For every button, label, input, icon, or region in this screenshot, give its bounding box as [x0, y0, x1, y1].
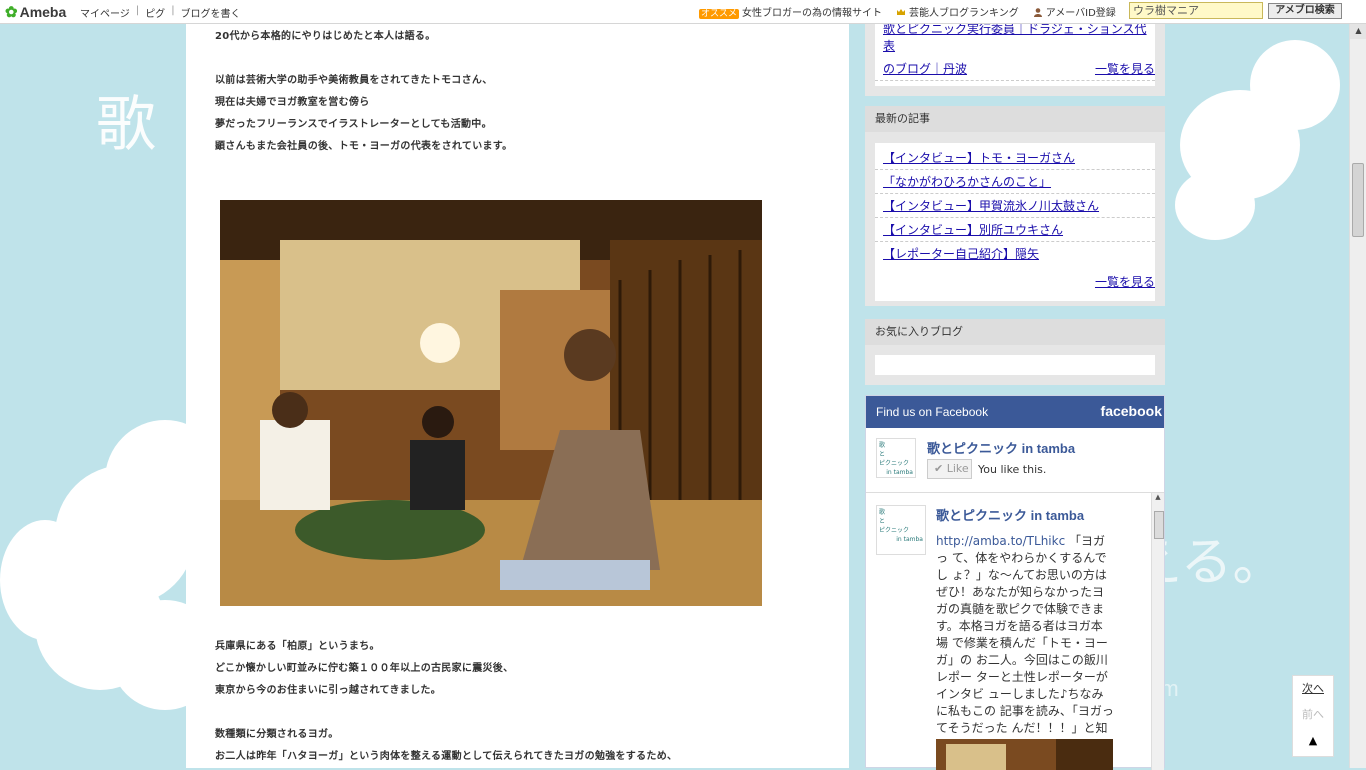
sidebar-box-profile: 歌とピクニック実行委員｜ドラジェ・ションス代表 のブログ｜丹波 一覧を見る [865, 22, 1165, 96]
page-scrollbar[interactable]: ▲ [1349, 23, 1366, 768]
profile-more-link[interactable]: 一覧を見る [1095, 60, 1155, 77]
facebook-post-thumbnail[interactable]: 歌 と ピクニック in tamba [876, 505, 926, 555]
facebook-header-title: Find us on Facebook [876, 405, 989, 419]
ameba-header: ✿ Ameba マイページ | ピグ | ブログを書く オススメ 女性ブロガーの為… [0, 0, 1366, 24]
crown-icon [897, 9, 906, 15]
ameba-logo[interactable]: ✿ Ameba [5, 3, 66, 21]
article-line: 以前は芸術大学の助手や美術教員をされてきたトモコさん、 [215, 75, 493, 86]
check-icon: ✔ [934, 462, 944, 475]
article-line: 現在は夫婦でヨガ教室を営む傍ら [215, 97, 370, 108]
latest-more-link[interactable]: 一覧を見る [1095, 273, 1155, 290]
sidebar-box-favorites: お気に入りブログ [865, 319, 1165, 385]
latest-article-link[interactable]: 【レポーター自己紹介】隠矢 [875, 242, 1155, 265]
header-links: オススメ 女性ブロガーの為の情報サイト 芸能人ブログランキング アメーバID登録 [699, 4, 1116, 19]
scroll-up-arrow-icon[interactable]: ▲ [1350, 23, 1366, 39]
article-column: 20代から本格的にやりはじめたと本人は語る。 以前は芸術大学の助手や美術教員をさ… [186, 23, 849, 768]
header-nav: マイページ | ピグ | ブログを書く [80, 5, 241, 20]
facebook-logo[interactable]: facebook [1101, 403, 1162, 419]
back-to-top-button[interactable]: ▲ [1293, 728, 1333, 754]
latest-articles-heading: 最新の記事 [865, 106, 1165, 132]
sidebar: 歌とピクニック実行委員｜ドラジェ・ションス代表 のブログ｜丹波 一覧を見る 最新… [865, 22, 1165, 770]
facebook-post-text: http://amba.to/TLhikc 「ヨガっ て、体をやわらかくするんで… [936, 534, 1114, 752]
recommend-badge: オススメ [699, 9, 740, 19]
facebook-post-author[interactable]: 歌とピクニック in tamba [936, 505, 1084, 524]
facebook-page-name[interactable]: 歌とピクニック in tamba [927, 438, 1075, 457]
facebook-feed-scroll-thumb[interactable] [1154, 511, 1164, 539]
article-line: 20代から本格的にやりはじめたと本人は語る。 [215, 31, 436, 42]
article-line: 東京から今のお住まいに引っ越されてきました。 [215, 685, 441, 696]
logo-text: Ameba [19, 4, 67, 20]
article-paragraph-top: 20代から本格的にやりはじめたと本人は語る。 以前は芸術大学の助手や美術教員をさ… [215, 26, 512, 158]
scroll-up-icon[interactable]: ▲ [1152, 493, 1164, 501]
article-line: 顕さんもまた会社員の後、トモ・ヨーガの代表をされています。 [215, 141, 513, 152]
header-link-celebrity-ranking[interactable]: 芸能人ブログランキング [896, 4, 1019, 19]
favorite-blogs-heading: お気に入りブログ [865, 319, 1165, 345]
prev-page-link: 前へ [1302, 708, 1324, 721]
clover-icon: ✿ [5, 4, 18, 21]
facebook-you-like: You like this. [978, 463, 1047, 476]
latest-article-link[interactable]: 【インタビュー】トモ・ヨーガさん [875, 146, 1155, 170]
facebook-header: Find us on Facebook facebook [866, 396, 1164, 428]
article-line [215, 702, 677, 724]
article-line [215, 48, 512, 70]
nav-write-blog[interactable]: ブログを書く [181, 5, 241, 20]
search-button[interactable]: アメブロ検索 [1268, 3, 1342, 19]
latest-article-link[interactable]: 【インタビュー】甲賀流氷ノ川太鼓さん [875, 194, 1155, 218]
header-link-women-bloggers[interactable]: オススメ 女性ブロガーの為の情報サイト [699, 4, 882, 19]
header-link-register[interactable]: アメーバID登録 [1033, 4, 1116, 19]
latest-article-link[interactable]: 「なかがわひろかさんのこと」 [875, 170, 1155, 194]
facebook-post-link[interactable]: http://amba.to/TLhikc [936, 534, 1065, 548]
page-nav: 次へ 前へ ▲ [1292, 675, 1334, 757]
favorite-blogs-list [875, 355, 1155, 375]
sidebar-box-latest: 最新の記事 【インタビュー】トモ・ヨーガさん 「なかがわひろかさんのこと」 【イ… [865, 106, 1165, 306]
article-line: お二人は昨年「ハタヨーガ」という肉体を整える運動として伝えられてきたヨガの勉強を… [215, 751, 678, 762]
article-line: 兵庫県にある「柏原」というまち。 [215, 641, 380, 652]
next-page-link[interactable]: 次へ [1293, 676, 1333, 702]
article-paragraph-bottom: 兵庫県にある「柏原」というまち。 どこか懐かしい町並みに佇む築１００年以上の古民… [215, 636, 677, 768]
search-input[interactable]: ウラ樹マニア [1129, 2, 1263, 19]
facebook-post-photo[interactable] [936, 739, 1113, 770]
article-line: どこか懐かしい町並みに佇む築１００年以上の古民家に震災後、 [215, 663, 514, 674]
latest-article-link[interactable]: 【インタビュー】別所ユウキさん [875, 218, 1155, 242]
user-icon [1033, 8, 1042, 17]
facebook-feed-scrollbar[interactable]: ▲ [1151, 493, 1164, 770]
background-title-char: 歌 [96, 90, 156, 160]
nav-pigg[interactable]: ピグ [145, 5, 165, 20]
article-line: 夢だったフリーランスでイラストレーターとしても活動中。 [215, 119, 492, 130]
facebook-page-thumbnail[interactable]: 歌 と ピクニック in tamba [876, 438, 916, 478]
facebook-feed: 歌 と ピクニック in tamba 歌とピクニック in tamba http… [866, 492, 1164, 770]
facebook-like-button[interactable]: ✔ Like [927, 459, 972, 479]
article-photo[interactable] [220, 200, 762, 606]
page-scroll-thumb[interactable] [1352, 163, 1364, 237]
article-line: 数種類に分類されるヨガ。 [215, 729, 339, 740]
nav-mypage[interactable]: マイページ [80, 5, 130, 20]
facebook-widget: Find us on Facebook facebook 歌 と ピクニック i… [865, 395, 1165, 770]
